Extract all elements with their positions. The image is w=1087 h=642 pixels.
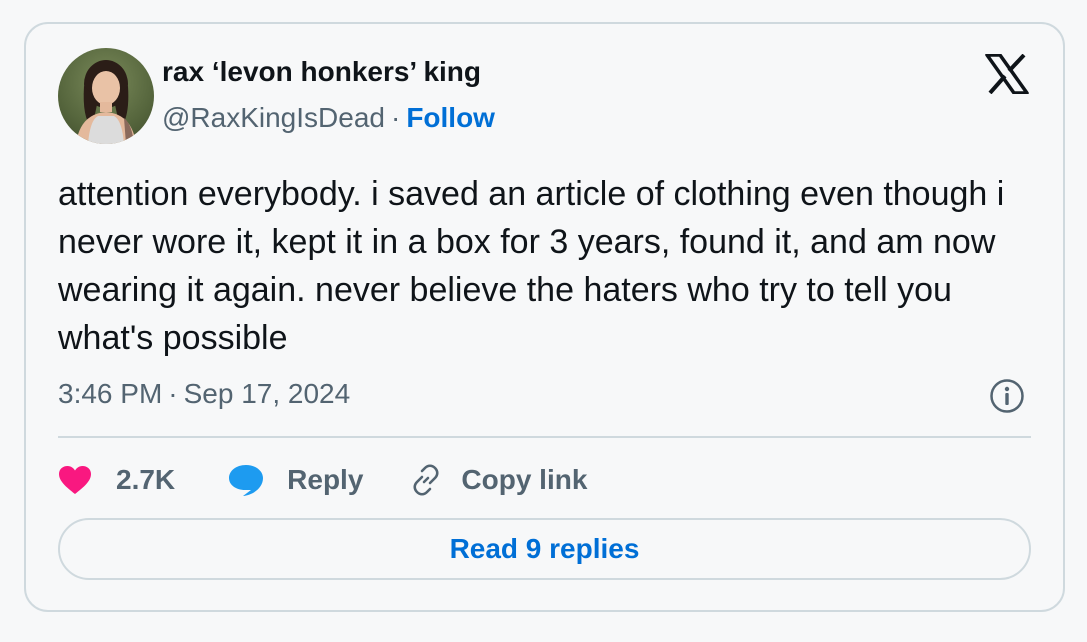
- author-display-name[interactable]: rax ‘levon honkers’ king: [162, 56, 481, 88]
- info-icon[interactable]: [989, 378, 1025, 414]
- reply-button[interactable]: Reply: [227, 463, 363, 497]
- tweet-card: rax ‘levon honkers’ king @RaxKingIsDead ·…: [24, 22, 1065, 612]
- like-count: 2.7K: [116, 464, 176, 495]
- tweet-timestamp[interactable]: 3:46 PM · Sep 17, 2024: [58, 378, 350, 410]
- copy-link-label: Copy link: [461, 464, 588, 495]
- handle-separator: ·: [390, 102, 401, 133]
- tweet-text: attention everybody. i saved an article …: [58, 175, 1005, 357]
- speech-bubble-icon: [227, 463, 265, 497]
- copy-link-button[interactable]: Copy link: [409, 463, 587, 497]
- tweet-date: Sep 17, 2024: [183, 378, 351, 409]
- heart-icon: [58, 465, 92, 495]
- author-handle[interactable]: @RaxKingIsDead: [162, 102, 385, 133]
- divider: [58, 436, 1031, 438]
- read-replies-button[interactable]: Read 9 replies: [58, 518, 1031, 580]
- follow-link[interactable]: Follow: [406, 102, 495, 133]
- author-handle-row: @RaxKingIsDead · Follow: [162, 102, 495, 134]
- tweet-actions: 2.7K Reply Copy link: [58, 458, 587, 502]
- reply-label: Reply: [287, 464, 364, 495]
- tweet-time: 3:46 PM: [58, 378, 163, 409]
- x-logo-icon[interactable]: [985, 53, 1029, 95]
- author-avatar[interactable]: [58, 48, 154, 144]
- link-icon: [409, 463, 443, 497]
- timestamp-separator: ·: [168, 378, 178, 409]
- like-button[interactable]: 2.7K: [58, 464, 175, 496]
